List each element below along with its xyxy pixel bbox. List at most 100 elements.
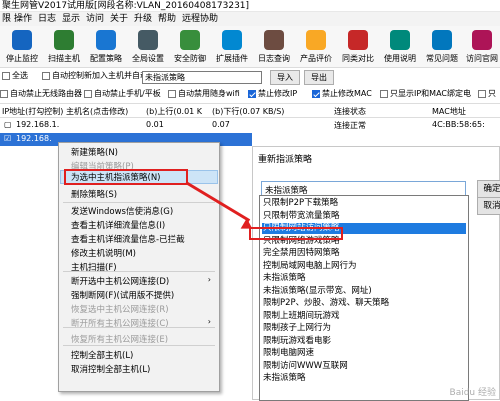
export-button[interactable]: 导出 bbox=[304, 70, 334, 85]
dialog-title: 重新指派策略 bbox=[258, 155, 313, 165]
table-row[interactable]: ▢ 192.168.1. 0.01 0.07 连接正常 4C:BB:58:65: bbox=[0, 119, 500, 132]
menu-item[interactable]: 关于 bbox=[110, 12, 128, 26]
menu-item[interactable]: 日志 bbox=[38, 12, 56, 26]
context-menu-item: 恢复所有主机公网连接(E) bbox=[71, 335, 169, 345]
menu-item[interactable]: 访问 bbox=[86, 12, 104, 26]
column-header[interactable]: 主机名(点击修改) bbox=[66, 106, 128, 117]
toolbar: 停止监控 扫描主机 配置策略 全局设置 安全防御 扩展插件 日志查询 产品评价 同类对比 使用说明… bbox=[0, 26, 500, 68]
filter-row: 全选 自动控制新加入主机并自动 未指派策略 导入 导出 bbox=[0, 68, 500, 86]
context-menu-item[interactable]: 查看主机详细流量信息-已拦截 bbox=[71, 233, 185, 245]
toolbar-scan-button[interactable]: 扫描主机 bbox=[44, 28, 84, 66]
menu-item[interactable]: 显示 bbox=[62, 12, 80, 26]
row-checkbox[interactable]: ☑ bbox=[4, 134, 11, 143]
extra-checkbox[interactable]: 只 bbox=[478, 89, 496, 99]
context-menu-item: 恢复选中主机公网连接(R) bbox=[71, 305, 169, 315]
toolbar-help-button[interactable]: 使用说明 bbox=[380, 28, 420, 66]
policy-option[interactable]: 完全禁用因特网策略 bbox=[262, 248, 466, 259]
column-header[interactable]: IP地址(打勾控制) bbox=[2, 106, 63, 117]
toolbar-rate-button[interactable]: 产品评价 bbox=[296, 28, 336, 66]
context-menu-item[interactable]: 断开选中主机公网连接(D) bbox=[71, 275, 169, 287]
column-header[interactable]: (b)下行(0.07 KB/S) bbox=[212, 106, 284, 117]
toolbar-home-button[interactable]: 访问官网 bbox=[462, 28, 500, 66]
forbid-mac-checkbox[interactable]: 禁止修改MAC bbox=[312, 89, 372, 99]
menu-separator bbox=[63, 345, 215, 346]
log-icon bbox=[264, 30, 284, 50]
submenu-arrow-icon: › bbox=[207, 275, 211, 284]
context-menu-item[interactable]: 控制全部主机(L) bbox=[71, 349, 133, 361]
toolbar-label: 配置策略 bbox=[90, 54, 122, 63]
policy-option[interactable]: 限制访问WWW互联网 bbox=[262, 361, 466, 372]
context-menu-item[interactable]: 修改主机说明(M) bbox=[71, 247, 136, 259]
forbid-ip-checkbox[interactable]: 禁止修改IP bbox=[248, 89, 297, 99]
toolbar-pause-button[interactable]: 停止监控 bbox=[2, 28, 42, 66]
toolbar-label: 全局设置 bbox=[132, 54, 164, 63]
toolbar-label: 常见问题 bbox=[426, 54, 458, 63]
context-menu-item[interactable]: 新建策略(N) bbox=[71, 146, 118, 158]
policy-option[interactable]: 限制孩子上网行为 bbox=[262, 323, 466, 334]
menu-item[interactable]: 限 bbox=[2, 12, 11, 26]
cancel-button[interactable]: 取消 bbox=[477, 197, 500, 215]
context-menu-item[interactable]: 删除策略(S) bbox=[71, 188, 117, 200]
annotation-box-menu bbox=[64, 169, 188, 185]
window-title: 聚生网管V2017试用版[网段名称:VLAN_20160408173231] bbox=[2, 1, 250, 11]
toolbar-log-button[interactable]: 日志查询 bbox=[254, 28, 294, 66]
toolbar-plugin-button[interactable]: 扩展插件 bbox=[212, 28, 252, 66]
menu-item[interactable]: 升级 bbox=[134, 12, 152, 26]
policy-option[interactable]: 限制P2P、炒股、游戏、聊天策略 bbox=[262, 298, 466, 309]
import-button[interactable]: 导入 bbox=[270, 70, 300, 85]
column-header[interactable]: (b)上行(0.01 K bbox=[146, 106, 202, 117]
scan-icon bbox=[54, 30, 74, 50]
menu-separator bbox=[63, 202, 215, 203]
context-menu-item[interactable]: 强制断网(F)(试用版不提供) bbox=[71, 289, 174, 301]
policy-option[interactable]: 控制局域网电脑上网行为 bbox=[262, 261, 466, 272]
annotation-box-option bbox=[249, 227, 343, 240]
context-menu-item[interactable]: 查看主机详细流量信息(I) bbox=[71, 219, 165, 231]
toolbar-label: 使用说明 bbox=[384, 54, 416, 63]
policy-option[interactable]: 限制上班期间玩游戏 bbox=[262, 311, 466, 322]
auto-wireless-router-checkbox[interactable]: 自动禁止无线路由器 bbox=[0, 89, 82, 99]
table-header: IP地址(打勾控制) 主机名(点击修改) (b)上行(0.01 K (b)下行(… bbox=[0, 104, 500, 118]
toolbar-gear-button[interactable]: 全局设置 bbox=[128, 28, 168, 66]
policy-option[interactable]: 限制玩游戏看电影 bbox=[262, 336, 466, 347]
column-header[interactable]: MAC地址 bbox=[432, 106, 466, 117]
confirm-button[interactable]: 确定 bbox=[477, 180, 500, 198]
toolbar-label: 扩展插件 bbox=[216, 54, 248, 63]
auto-control-new-checkbox[interactable]: 自动控制新加入主机并自动 bbox=[42, 71, 148, 81]
gear-icon bbox=[138, 30, 158, 50]
toolbar-label: 访问官网 bbox=[466, 54, 498, 63]
toolbar-question-button[interactable]: 常见问题 bbox=[422, 28, 462, 66]
help-icon bbox=[390, 30, 410, 50]
reassign-policy-dialog: 重新指派策略 未指派策略 ⌄ 只限制P2P下载策略 只限制带宽流量策略 只限制网站访… bbox=[252, 146, 500, 401]
policy-option[interactable]: 只限制P2P下载策略 bbox=[262, 198, 466, 209]
title-bar: 聚生网管V2017试用版[网段名称:VLAN_20160408173231] bbox=[0, 0, 500, 12]
only-ip-mac-checkbox[interactable]: 只显示IP和MAC绑定电 bbox=[380, 89, 471, 99]
policy-select[interactable]: 未指派策略 bbox=[142, 71, 262, 84]
toolbar-compare-button[interactable]: 同类对比 bbox=[338, 28, 378, 66]
policy-option[interactable]: 限制电脑网速 bbox=[262, 348, 466, 359]
context-menu-item[interactable]: 主机扫描(F) bbox=[71, 261, 117, 273]
menu-item[interactable]: 操作 bbox=[14, 12, 32, 26]
toolbar-label: 扫描主机 bbox=[48, 54, 80, 63]
menu-item[interactable]: 远程协助 bbox=[182, 12, 218, 26]
policy-option[interactable]: 未指派策略 bbox=[262, 373, 466, 384]
toolbar-policy-button[interactable]: 配置策略 bbox=[86, 28, 126, 66]
options-row: 自动禁止无线路由器 自动禁止手机/平板 自动禁用随身wifi 禁止修改IP 禁止… bbox=[0, 86, 500, 104]
context-menu-item: 断开所有主机公网连接(C) bbox=[71, 319, 169, 329]
toolbar-label: 产品评价 bbox=[300, 54, 332, 63]
policy-option[interactable]: 只限制带宽流量策略 bbox=[262, 211, 466, 222]
context-menu-item[interactable]: 发送Windows信使消息(G) bbox=[71, 205, 173, 217]
column-header[interactable]: 连接状态 bbox=[334, 106, 366, 117]
row-icon: ▢ bbox=[4, 120, 12, 129]
toolbar-shield-button[interactable]: 安全防御 bbox=[170, 28, 210, 66]
policy-option[interactable]: 未指派策略 bbox=[262, 273, 466, 284]
shield-icon bbox=[180, 30, 200, 50]
select-all-checkbox[interactable]: 全选 bbox=[2, 71, 28, 81]
menu-item[interactable]: 帮助 bbox=[158, 12, 176, 26]
menu-bar: 限 操作 日志 显示 访问 关于 升级 帮助 远程协助 bbox=[0, 12, 500, 26]
context-menu-item[interactable]: 取消控制全部主机(L) bbox=[71, 363, 150, 375]
watermark: Baidu 经验 bbox=[449, 388, 496, 398]
policy-option[interactable]: 未指派策略(显示带宽、网址) bbox=[262, 286, 466, 297]
auto-phone-pad-checkbox[interactable]: 自动禁止手机/平板 bbox=[84, 89, 161, 99]
toolbar-label: 安全防御 bbox=[174, 54, 206, 63]
auto-wifi-checkbox[interactable]: 自动禁用随身wifi bbox=[168, 89, 240, 99]
